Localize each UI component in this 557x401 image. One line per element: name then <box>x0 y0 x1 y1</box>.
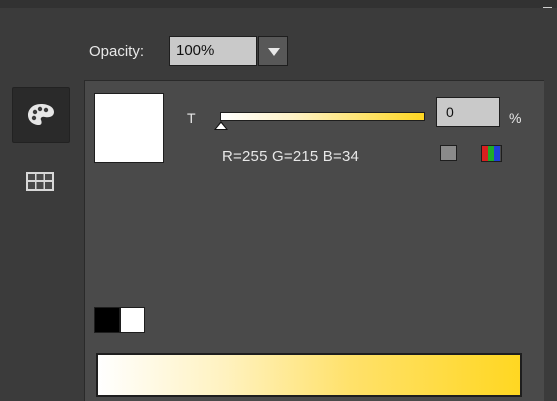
black-swatch[interactable] <box>94 307 120 333</box>
palette-icon <box>28 104 54 125</box>
rgb-mode-icon[interactable] <box>481 145 502 162</box>
tint-slider-thumb[interactable] <box>214 121 228 133</box>
fill-color-preview[interactable] <box>94 93 164 163</box>
grayscale-mode-icon[interactable] <box>440 145 457 161</box>
tint-value-field[interactable]: 0 <box>436 97 500 127</box>
panel-sidebar <box>0 80 84 401</box>
swatches-grid-icon <box>26 172 54 191</box>
tint-label: T <box>187 110 196 126</box>
white-swatch[interactable] <box>120 307 145 333</box>
panel-top-strip <box>0 0 557 8</box>
opacity-field[interactable]: 100% <box>169 36 257 66</box>
color-palette-button[interactable] <box>12 87 70 143</box>
tint-percent-unit: % <box>509 110 522 126</box>
color-ramp[interactable] <box>96 353 522 397</box>
opacity-label: Opacity: <box>89 43 145 60</box>
slider-thumb-fill <box>216 123 226 129</box>
panel-right-strip <box>544 80 557 401</box>
chevron-down-icon <box>268 48 280 56</box>
opacity-dropdown-button[interactable] <box>258 36 288 66</box>
tint-slider[interactable] <box>220 112 425 121</box>
rgb-readout: R=255 G=215 B=34 <box>222 148 360 165</box>
rgb-blue-bar <box>494 146 500 161</box>
swatches-button[interactable] <box>12 157 70 213</box>
